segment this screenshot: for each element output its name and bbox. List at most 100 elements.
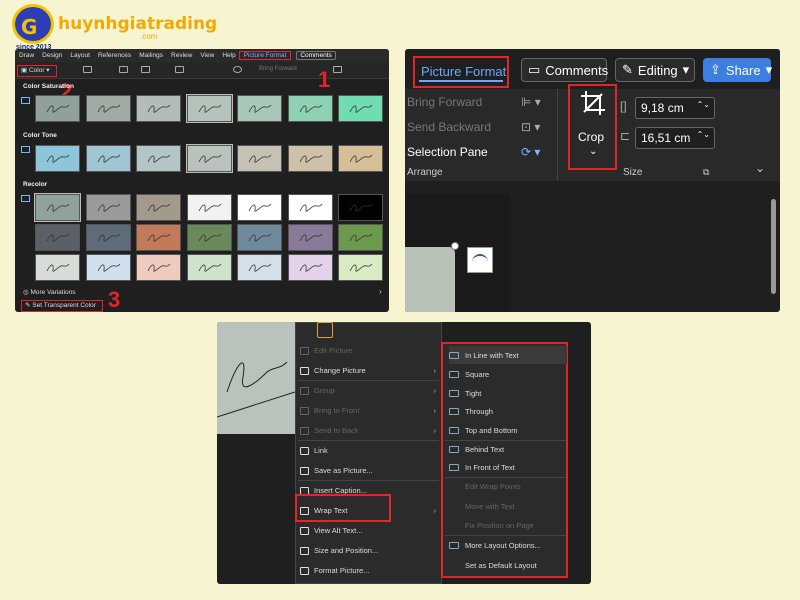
- recolor-swatch[interactable]: [85, 194, 131, 221]
- recolor-swatch[interactable]: [35, 254, 80, 281]
- layout-icon[interactable]: [119, 66, 128, 73]
- recolor-swatch[interactable]: [338, 254, 383, 281]
- share-icon: ⇪: [710, 62, 721, 77]
- resize-handle[interactable]: [451, 242, 459, 250]
- recolor-swatch[interactable]: [136, 254, 181, 281]
- context-item-format-picture[interactable]: Format Picture...: [300, 561, 440, 580]
- ribbon-expand-icon[interactable]: ⌄: [755, 161, 765, 175]
- menu-view[interactable]: View: [196, 52, 218, 59]
- recolor-swatch[interactable]: [287, 194, 333, 221]
- style-icon[interactable]: [141, 66, 150, 73]
- saturation-swatch[interactable]: [287, 95, 333, 122]
- wrap-option-top-and-bottom[interactable]: Top and Bottom: [449, 421, 567, 439]
- menu-draw[interactable]: Draw: [15, 52, 38, 59]
- context-item-change-picture[interactable]: Change Picture ›: [300, 361, 440, 380]
- bring-forward-button[interactable]: Bring Forward: [407, 95, 482, 109]
- saturation-swatch[interactable]: [338, 95, 383, 122]
- recolor-swatch[interactable]: [237, 254, 282, 281]
- tab-picture-format[interactable]: Picture Format: [413, 56, 509, 88]
- context-item-view-alt-text[interactable]: View Alt Text...: [300, 521, 440, 540]
- recolor-swatch[interactable]: [186, 254, 232, 281]
- tone-swatch[interactable]: [237, 145, 282, 172]
- more-variations-item[interactable]: ◎ More Variations: [23, 288, 76, 296]
- group-divider: [557, 89, 558, 181]
- tone-swatch[interactable]: [287, 145, 333, 172]
- recolor-swatch[interactable]: [186, 194, 232, 221]
- set-transparent-color-item[interactable]: ✎ Set Transparent Color: [21, 300, 103, 312]
- rotate-icon[interactable]: ⟳ ▾: [521, 145, 540, 159]
- recolor-swatch[interactable]: [186, 224, 232, 251]
- rotate-icon[interactable]: [333, 66, 342, 73]
- wrap-option-through[interactable]: Through: [449, 402, 567, 420]
- scrollbar[interactable]: [771, 199, 776, 294]
- recolor-swatch[interactable]: [338, 194, 383, 221]
- menu-item-icon: [300, 346, 309, 355]
- signature-picture[interactable]: [217, 322, 296, 434]
- dialog-launcher-icon[interactable]: ⧉: [703, 167, 709, 178]
- effects-icon[interactable]: [175, 66, 184, 73]
- wrap-icon[interactable]: [233, 66, 242, 73]
- signature-drawing: [217, 361, 296, 418]
- comments-button[interactable]: ▭ Comments: [521, 58, 608, 82]
- tone-swatch[interactable]: [85, 145, 131, 172]
- saturation-swatch[interactable]: [237, 95, 282, 122]
- recolor-swatch[interactable]: [85, 254, 131, 281]
- context-item-link[interactable]: Link: [300, 441, 440, 460]
- context-item-save-as-picture[interactable]: Save as Picture...: [300, 461, 440, 480]
- selected-picture[interactable]: [405, 247, 455, 312]
- recolor-swatch[interactable]: [85, 224, 131, 251]
- recolor-swatch[interactable]: [287, 254, 333, 281]
- recolor-swatch[interactable]: [287, 224, 333, 251]
- wrap-option-behind-text[interactable]: Behind Text: [449, 440, 567, 458]
- recolor-swatch[interactable]: [136, 194, 181, 221]
- menu-help[interactable]: Help: [218, 52, 239, 59]
- menu-review[interactable]: Review: [167, 52, 196, 59]
- selection-pane-button[interactable]: Selection Pane: [407, 145, 488, 159]
- menu-layout[interactable]: Layout: [66, 52, 94, 59]
- recolor-swatch[interactable]: [136, 224, 181, 251]
- menu-design[interactable]: Design: [38, 52, 66, 59]
- share-button[interactable]: ⇪ Share ▾: [703, 58, 772, 82]
- wrap-option-edit-wrap-points: Edit Wrap Points: [465, 481, 521, 491]
- recolor-swatch[interactable]: [237, 194, 282, 221]
- wrap-icon: [449, 426, 459, 434]
- wrap-text-submenu: In Line with Text Square Tight Through Top a…: [441, 342, 568, 578]
- wrap-text-menu-screenshot: Edit Picture Change Picture › Group › Bring t…: [217, 322, 591, 584]
- wrap-option-tight[interactable]: Tight: [449, 384, 567, 402]
- send-backward-button[interactable]: Send Backward: [407, 120, 491, 134]
- picture-icon[interactable]: [83, 66, 92, 73]
- wrap-icon: [449, 463, 459, 471]
- editing-button[interactable]: ✎ Editing ▾: [615, 58, 695, 82]
- wrap-option-square[interactable]: Square: [449, 365, 567, 383]
- crop-button[interactable]: Crop ⌄: [568, 84, 617, 170]
- wrap-option-in-front-of-text[interactable]: In Front of Text: [449, 458, 567, 476]
- wrap-option-set-as-default-layout[interactable]: Set as Default Layout: [449, 556, 567, 574]
- comments-button[interactable]: Comments: [296, 51, 336, 60]
- wrap-option-in-line-with-text[interactable]: In Line with Text: [449, 346, 567, 364]
- color-button[interactable]: ▣ Color ▾: [17, 65, 57, 77]
- saturation-swatch[interactable]: [185, 94, 233, 123]
- menu-references[interactable]: References: [94, 52, 135, 59]
- bring-forward-label[interactable]: Bring Forward: [259, 66, 297, 72]
- saturation-swatch[interactable]: [85, 95, 131, 122]
- paste-icon[interactable]: [317, 322, 333, 338]
- recolor-swatch[interactable]: [34, 193, 81, 222]
- width-input[interactable]: 16,51 cm ⌃⌄: [635, 127, 715, 149]
- layout-options-icon[interactable]: [467, 247, 493, 273]
- recolor-swatch[interactable]: [338, 224, 383, 251]
- align-icon[interactable]: ⊫ ▾: [521, 95, 541, 109]
- height-input[interactable]: 9,18 cm ⌃⌄: [635, 97, 715, 119]
- wrap-option-more-layout-options[interactable]: More Layout Options...: [449, 536, 567, 554]
- tab-picture-format[interactable]: Picture Format: [238, 51, 292, 60]
- tone-swatch[interactable]: [185, 144, 233, 173]
- saturation-swatch[interactable]: [35, 95, 80, 122]
- tone-swatch[interactable]: [136, 145, 181, 172]
- group-icon[interactable]: ⊡ ▾: [521, 120, 540, 134]
- tone-swatch[interactable]: [338, 145, 383, 172]
- menu-mailings[interactable]: Mailings: [135, 52, 167, 59]
- recolor-swatch[interactable]: [35, 224, 80, 251]
- recolor-swatch[interactable]: [237, 224, 282, 251]
- tone-swatch[interactable]: [35, 145, 80, 172]
- saturation-swatch[interactable]: [136, 95, 181, 122]
- context-item-size-and-position[interactable]: Size and Position...: [300, 541, 440, 560]
